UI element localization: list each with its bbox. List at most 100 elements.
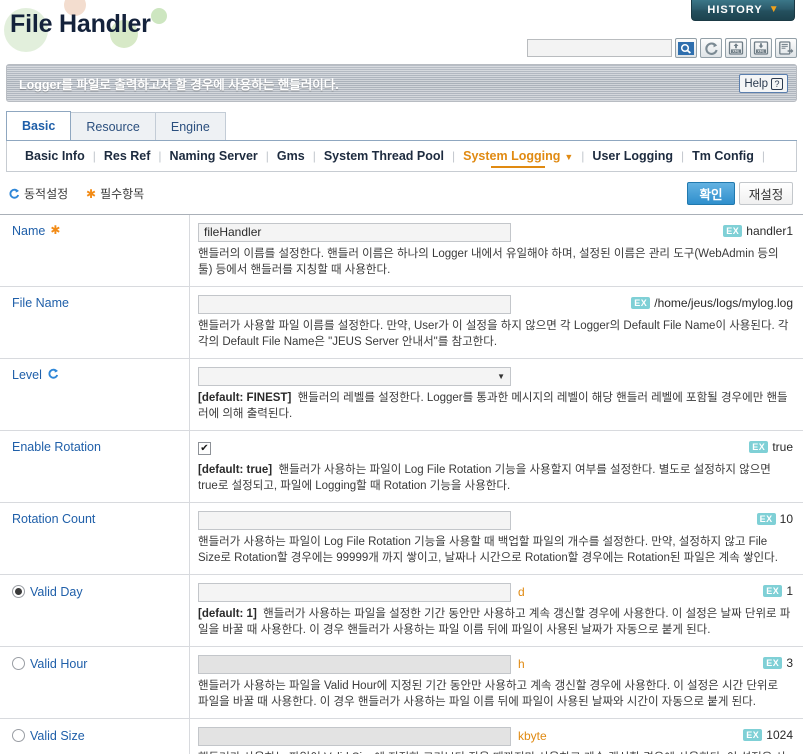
primary-tabs: Basic Resource Engine [6, 111, 797, 141]
description-text: 핸들러가 사용하는 파일이 Log File Rotation 기능을 사용할지… [198, 464, 771, 492]
subtab-tm-config[interactable]: Tm Config [684, 149, 762, 163]
field-label: Level [12, 368, 42, 382]
example-value: EX 1 [763, 584, 793, 598]
confirm-button[interactable]: 확인 [687, 182, 735, 205]
field-row-valid-hour: Valid Hour h EX 3 핸들러가 사용하는 파일을 Valid Ho… [0, 646, 803, 718]
valid-hour-radio[interactable] [12, 657, 25, 670]
dynamic-setting-icon [48, 368, 58, 379]
settings-form: Name ✱ EX handler1 핸들러의 이름를 설정한다. 핸들러 이름… [0, 214, 803, 754]
ex-badge: EX [631, 297, 651, 309]
valid-size-input[interactable] [198, 726, 511, 746]
field-row-valid-day: Valid Day d EX 1 [default: 1] 핸들러가 사용하는 … [0, 574, 803, 646]
subtab-res-ref[interactable]: Res Ref [96, 149, 159, 163]
dynamic-setting-icon [9, 188, 20, 199]
tab-engine[interactable]: Engine [154, 112, 226, 140]
field-value-cell: EX 10 핸들러가 사용하는 파일이 Log File Rotation 기능… [190, 503, 803, 574]
field-description: [default: 1] 핸들러가 사용하는 파일을 설정한 기간 동안만 사용… [198, 606, 795, 638]
xml-upload-icon[interactable]: XML [725, 38, 747, 58]
svg-text:XML: XML [732, 50, 739, 54]
subtab-basic-info[interactable]: Basic Info [17, 149, 93, 163]
field-value-cell: EX /home/jeus/logs/mylog.log 핸들러가 사용할 파일… [190, 287, 803, 358]
description-text: 핸들러가 사용하는 파일을 설정한 기간 동안만 사용하고 계속 갱신할 경우에… [198, 608, 791, 636]
name-input[interactable] [198, 222, 511, 242]
help-button-label: Help [744, 77, 768, 90]
field-row-valid-size: Valid Size kbyte EX 1024 핸들러가 사용하는 파일이 V… [0, 718, 803, 754]
field-row-enable-rotation: Enable Rotation ✔ EX true [default: true… [0, 430, 803, 502]
ex-badge: EX [749, 441, 769, 453]
page-title: File Handler [10, 10, 151, 38]
level-select[interactable]: ▼ [198, 366, 511, 386]
default-value: [default: true] [198, 464, 273, 476]
ex-badge: EX [743, 729, 763, 741]
sub-tabs: Basic Info | Res Ref | Naming Server | G… [6, 141, 797, 172]
rotation-count-input[interactable] [198, 510, 511, 530]
legend-and-actions: 동적설정 ✱ 필수항목 확인 재설정 [6, 182, 797, 208]
subtab-gms[interactable]: Gms [269, 149, 313, 163]
default-value: [default: FINEST] [198, 392, 292, 404]
question-mark-icon: ? [771, 77, 783, 90]
field-description: 핸들러가 사용하는 파일이 Valid Size에 지정한 크기보다 작을 때까… [198, 750, 795, 754]
subtab-user-logging[interactable]: User Logging [584, 149, 681, 163]
field-label-cell: Name ✱ [0, 215, 190, 286]
ex-value: 1024 [766, 728, 793, 742]
valid-day-unit: d [518, 585, 525, 599]
field-row-name: Name ✱ EX handler1 핸들러의 이름를 설정한다. 핸들러 이름… [0, 214, 803, 286]
legend-dynamic-setting: 동적설정 [8, 185, 68, 202]
legend-required-field: ✱ 필수항목 [86, 185, 144, 202]
subtab-system-thread-pool[interactable]: System Thread Pool [316, 149, 452, 163]
svg-text:XML: XML [757, 50, 764, 54]
valid-day-input[interactable] [198, 582, 511, 602]
active-underline [491, 166, 546, 168]
tab-resource[interactable]: Resource [70, 112, 156, 140]
example-value: EX /home/jeus/logs/mylog.log [631, 296, 793, 310]
field-label-cell: Enable Rotation [0, 431, 190, 502]
valid-day-radio[interactable] [12, 585, 25, 598]
field-row-file-name: File Name EX /home/jeus/logs/mylog.log 핸… [0, 286, 803, 358]
asterisk-icon: ✱ [86, 186, 97, 201]
decorative-circle-green-small [151, 8, 167, 24]
page-description-bar: Logger를 파일로 출력하고자 할 경우에 사용하는 핸들러이다. Help… [6, 64, 797, 102]
export-document-icon[interactable] [775, 38, 797, 58]
subtab-system-logging[interactable]: System Logging ▼ [455, 149, 581, 168]
help-button[interactable]: Help ? [739, 74, 788, 93]
field-label: Valid Day [30, 585, 83, 599]
field-description: 핸들러의 이름를 설정한다. 핸들러 이름은 하나의 Logger 내에서 유일… [198, 248, 779, 276]
refresh-icon[interactable] [700, 38, 722, 58]
field-label: Rotation Count [12, 512, 96, 526]
example-value: EX 10 [756, 512, 793, 526]
ex-badge: EX [763, 657, 783, 669]
example-value: EX true [749, 440, 793, 454]
tab-basic[interactable]: Basic [6, 111, 72, 140]
ex-value: true [772, 440, 793, 454]
field-value-cell: ✔ EX true [default: true] 핸들러가 사용하는 파일이 … [190, 431, 803, 502]
ex-value: 1 [786, 584, 793, 598]
chevron-down-icon: ▼ [497, 371, 505, 381]
default-value: [default: 1] [198, 608, 257, 620]
ex-badge: EX [756, 513, 776, 525]
legend-required-label: 필수항목 [100, 187, 145, 201]
search-icon[interactable] [675, 38, 697, 58]
valid-hour-unit: h [518, 657, 525, 671]
field-description: [default: FINEST] 핸들러의 레벨를 설정한다. Logger를… [198, 390, 795, 422]
valid-size-radio[interactable] [12, 729, 25, 742]
valid-hour-input[interactable] [198, 654, 511, 674]
xml-download-icon[interactable]: XML [750, 38, 772, 58]
chevron-down-icon: ▼ [564, 152, 574, 162]
reset-button[interactable]: 재설정 [739, 182, 793, 205]
chevron-down-icon: ▼ [768, 4, 779, 15]
subtab-separator: | [761, 149, 766, 163]
history-button[interactable]: HISTORY ▼ [691, 0, 795, 21]
field-value-cell: h EX 3 핸들러가 사용하는 파일을 Valid Hour에 지정된 기간 … [190, 647, 803, 718]
field-label-cell: File Name [0, 287, 190, 358]
search-input[interactable] [527, 39, 672, 57]
field-description: 핸들러가 사용하는 파일을 Valid Hour에 지정된 기간 동안만 사용하… [198, 680, 779, 708]
file-name-input[interactable] [198, 294, 511, 314]
field-value-cell: d EX 1 [default: 1] 핸들러가 사용하는 파일을 설정한 기간… [190, 575, 803, 646]
field-row-rotation-count: Rotation Count EX 10 핸들러가 사용하는 파일이 Log F… [0, 502, 803, 574]
enable-rotation-checkbox[interactable]: ✔ [198, 441, 211, 455]
field-row-level: Level ▼ [default: FINEST] 핸들러의 레벨를 설정한다.… [0, 358, 803, 430]
ex-value: 10 [779, 512, 793, 526]
subtab-naming-server[interactable]: Naming Server [162, 149, 266, 163]
field-description: 핸들러가 사용할 파일 이름를 설정한다. 만약, User가 이 설정을 하지… [198, 320, 789, 348]
example-value: EX 1024 [743, 728, 793, 742]
